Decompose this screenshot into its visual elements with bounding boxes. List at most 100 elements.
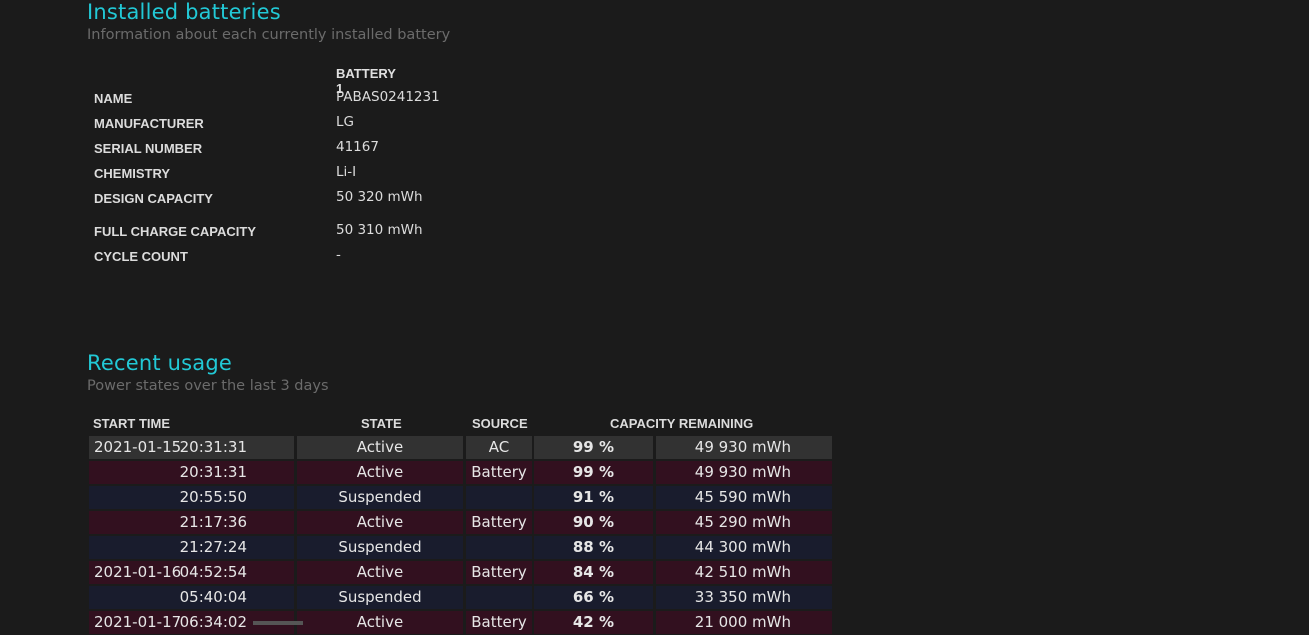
percent-text: 88 % (572, 538, 614, 556)
mwh-text: 44 300 mWh (694, 538, 791, 556)
table-row: 05:40:04 Suspended 66 % 33 350 mWh (89, 586, 834, 610)
source-cell (466, 486, 532, 509)
battery-label: DESIGN CAPACITY (94, 191, 213, 206)
battery-value: PABAS0241231 (336, 89, 440, 105)
mwh-text: 42 510 mWh (694, 563, 791, 581)
battery-row-cycle-count: CYCLE COUNT - (94, 247, 694, 269)
battery-label: MANUFACTURER (94, 116, 204, 131)
mwh-text: 45 590 mWh (694, 488, 791, 506)
table-row: 2021-01-17 06:34:02 Active Battery 42 % 2… (89, 611, 834, 635)
table-row: 2021-01-16 04:52:54 Active Battery 84 % 4… (89, 561, 834, 585)
percent-cell: 91 % (534, 486, 653, 509)
percent-text: 42 % (572, 613, 614, 631)
percent-cell: 99 % (534, 436, 653, 459)
state-cell: Suspended (297, 586, 463, 609)
state-cell: Suspended (297, 536, 463, 559)
battery-row-manufacturer: MANUFACTURER LG (94, 114, 694, 136)
percent-text: 91 % (572, 488, 614, 506)
source-cell (466, 586, 532, 609)
percent-text: 99 % (572, 463, 614, 481)
start-time-cell: 20:31:31 (89, 461, 294, 484)
percent-text: 66 % (572, 588, 614, 606)
mwh-cell: 49 930 mWh (656, 436, 832, 459)
percent-text: 90 % (572, 513, 614, 531)
mwh-cell: 33 350 mWh (656, 586, 832, 609)
battery-row-design-capacity: DESIGN CAPACITY 50 320 mWh (94, 189, 694, 211)
state-cell: Suspended (297, 486, 463, 509)
battery-label: CHEMISTRY (94, 166, 171, 181)
installed-batteries-subtitle: Information about each currently install… (87, 27, 451, 43)
mwh-cell: 45 590 mWh (656, 486, 832, 509)
mwh-text: 45 290 mWh (694, 513, 791, 531)
battery-row-serial: SERIAL NUMBER 41167 (94, 139, 694, 161)
mwh-text: 49 930 mWh (694, 438, 791, 456)
battery-value: - (336, 247, 341, 263)
start-time-cell: 2021-01-16 04:52:54 (89, 561, 294, 584)
state-cell: Active (297, 461, 463, 484)
start-time-cell: 21:27:24 (89, 536, 294, 559)
battery-label: CYCLE COUNT (94, 249, 188, 264)
time-text: 05:40:04 (179, 588, 247, 606)
table-row: 2021-01-15 20:31:31 Active AC 99 % 49 930… (89, 436, 834, 460)
percent-cell: 99 % (534, 461, 653, 484)
source-cell: Battery (466, 511, 532, 534)
date-text: 2021-01-16 (94, 563, 182, 581)
header-source: SOURCE (472, 416, 528, 431)
mwh-cell: 45 290 mWh (656, 511, 832, 534)
source-cell (466, 536, 532, 559)
state-cell: Active (297, 611, 463, 634)
state-cell: Active (297, 436, 463, 459)
state-cell: Active (297, 561, 463, 584)
date-text: 2021-01-15 (94, 438, 182, 456)
table-row: 20:31:31 Active Battery 99 % 49 930 mWh (89, 461, 834, 485)
mwh-cell: 21 000 mWh (656, 611, 832, 634)
percent-text: 99 % (572, 438, 614, 456)
source-cell: Battery (466, 561, 532, 584)
battery-value: 50 320 mWh (336, 189, 423, 205)
battery-value: Li-I (336, 164, 357, 180)
battery-value: LG (336, 114, 354, 130)
battery-row-name: NAME PABAS0241231 (94, 89, 694, 111)
horizontal-scrollbar-thumb[interactable] (253, 621, 303, 625)
header-capacity-remaining: CAPACITY REMAINING (610, 416, 754, 431)
time-text: 20:55:50 (179, 488, 247, 506)
battery-value: 41167 (336, 139, 379, 155)
battery-label: FULL CHARGE CAPACITY (94, 224, 257, 239)
percent-text: 84 % (572, 563, 614, 581)
time-text: 20:31:31 (179, 438, 247, 456)
start-time-cell: 2021-01-15 20:31:31 (89, 436, 294, 459)
percent-cell: 66 % (534, 586, 653, 609)
time-text: 21:27:24 (179, 538, 247, 556)
percent-cell: 90 % (534, 511, 653, 534)
source-cell: Battery (466, 461, 532, 484)
time-text: 06:34:02 (179, 613, 247, 631)
percent-cell: 88 % (534, 536, 653, 559)
mwh-text: 49 930 mWh (694, 463, 791, 481)
installed-batteries-heading: Installed batteries (87, 0, 281, 24)
start-time-cell: 21:17:36 (89, 511, 294, 534)
mwh-cell: 44 300 mWh (656, 536, 832, 559)
date-text: 2021-01-17 (94, 613, 182, 631)
mwh-cell: 49 930 mWh (656, 461, 832, 484)
mwh-cell: 42 510 mWh (656, 561, 832, 584)
recent-usage-heading: Recent usage (87, 351, 233, 375)
header-start-time: START TIME (93, 416, 171, 431)
source-cell: Battery (466, 611, 532, 634)
start-time-cell: 20:55:50 (89, 486, 294, 509)
mwh-text: 33 350 mWh (694, 588, 791, 606)
percent-cell: 42 % (534, 611, 653, 634)
percent-cell: 84 % (534, 561, 653, 584)
time-text: 21:17:36 (179, 513, 247, 531)
battery-value: 50 310 mWh (336, 222, 423, 238)
table-row: 21:17:36 Active Battery 90 % 45 290 mWh (89, 511, 834, 535)
source-cell: AC (466, 436, 532, 459)
mwh-text: 21 000 mWh (694, 613, 791, 631)
battery-row-chemistry: CHEMISTRY Li-I (94, 164, 694, 186)
recent-usage-subtitle: Power states over the last 3 days (87, 378, 329, 394)
table-row: 20:55:50 Suspended 91 % 45 590 mWh (89, 486, 834, 510)
battery-label: SERIAL NUMBER (94, 141, 203, 156)
battery-row-full-charge-capacity: FULL CHARGE CAPACITY 50 310 mWh (94, 222, 694, 244)
time-text: 20:31:31 (179, 463, 247, 481)
time-text: 04:52:54 (179, 563, 247, 581)
battery-label: NAME (94, 91, 133, 106)
